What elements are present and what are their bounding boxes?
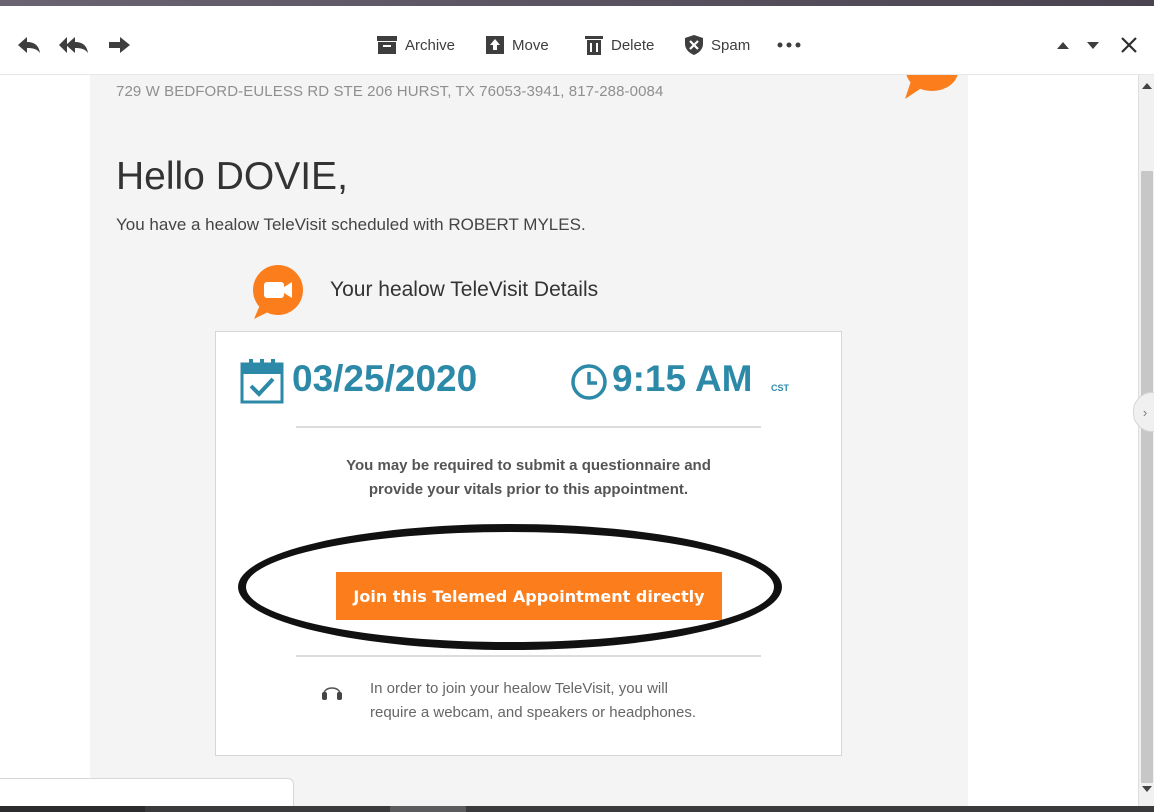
details-title: Your healow TeleVisit Details [330,278,599,301]
requirements-text: In order to join your healow TeleVisit, … [370,677,770,725]
more-actions-button[interactable] [776,33,802,57]
delete-button[interactable]: Delete [584,33,654,57]
chat-bubble-icon [905,75,958,99]
move-button[interactable]: Move [485,33,549,57]
email-container: 729 W BEDFORD-EULESS RD STE 206 HURST, T… [90,75,968,806]
questionnaire-notice: You may be required to submit a question… [276,454,781,502]
previous-message-button[interactable] [1054,34,1072,56]
scroll-up-arrow-icon[interactable] [1142,83,1152,89]
appointment-date: 03/25/2020 [292,358,478,399]
reply-button[interactable] [16,34,42,56]
next-message-button[interactable] [1084,34,1102,56]
reply-all-icon [59,37,88,53]
message-body: 729 W BEDFORD-EULESS RD STE 206 HURST, T… [0,75,1138,806]
move-icon [486,36,504,54]
bottom-tab[interactable] [0,778,294,807]
reply-all-button[interactable] [58,34,90,56]
greeting-heading: Hello DOVIE, [116,155,348,198]
close-message-button[interactable] [1118,34,1140,56]
timezone-label: CST [771,383,789,393]
chevron-right-icon: › [1142,404,1148,420]
notice-line-2: provide your vitals prior to this appoin… [368,481,689,498]
taskbar-strip [145,806,1154,812]
join-appointment-button[interactable]: Join this Telemed Appointment directly [336,572,722,620]
requirement-line-1: In order to join your healow TeleVisit, … [370,680,668,697]
appointment-card: 03/25/2020 9:15 AM CST You may be requir… [215,331,842,756]
practice-address: 729 W BEDFORD-EULESS RD STE 206 HURST, T… [116,83,664,100]
taskbar-active-item[interactable] [390,806,466,812]
archive-icon [377,36,397,54]
reply-icon [18,37,40,53]
scroll-thumb[interactable] [1141,171,1153,783]
appointment-time: 9:15 AM [612,358,753,399]
delete-label: Delete [611,36,655,54]
video-camera-icon [253,265,303,319]
scroll-down-arrow-icon[interactable] [1142,786,1152,792]
spam-button[interactable]: Spam [684,33,750,57]
forward-icon [109,37,130,53]
headphones-icon [322,687,342,700]
forward-button[interactable] [106,34,132,56]
clock-icon [571,364,607,400]
spam-label: Spam [711,36,751,54]
calendar-icon [240,359,284,404]
requirement-line-2: require a webcam, and speakers or headph… [370,704,697,721]
archive-label: Archive [405,36,456,54]
divider-bottom [296,655,761,657]
shield-icon [685,35,703,55]
move-label: Move [512,36,549,54]
up-arrow-icon [1057,41,1069,49]
notice-line-1: You may be required to submit a question… [346,457,711,474]
archive-button[interactable]: Archive [376,33,455,57]
close-icon [1121,37,1137,53]
message-toolbar: Archive Move Delete Spam [0,6,1154,75]
vertical-scrollbar[interactable] [1138,75,1154,806]
divider-top [296,426,761,428]
down-arrow-icon [1087,41,1099,49]
more-horizontal-icon [777,42,801,48]
intro-text: You have a healow TeleVisit scheduled wi… [116,215,586,234]
trash-icon [585,36,603,55]
taskbar [0,806,1154,812]
